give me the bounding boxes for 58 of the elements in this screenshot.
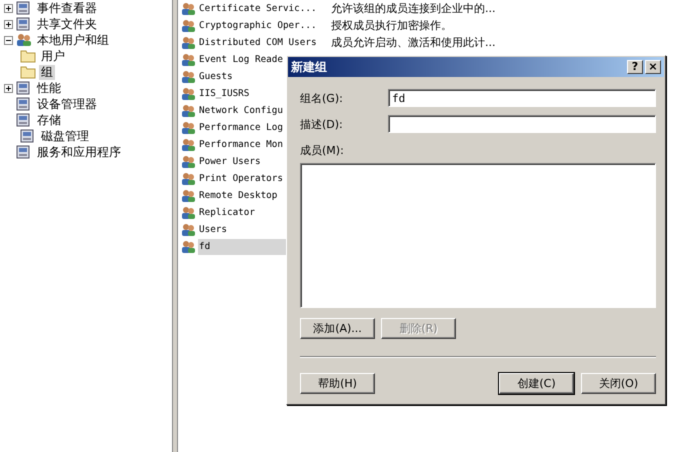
group-icon (181, 120, 196, 134)
expand-button[interactable] (4, 4, 13, 12)
group-description: 授权成员执行加密操作。 (331, 18, 452, 33)
field-label: 组名(G): (300, 90, 344, 106)
tree-item[interactable]: 组 (39, 64, 55, 80)
collapse-button[interactable] (4, 36, 13, 44)
tree-item[interactable]: 事件查看器 (35, 0, 99, 16)
group-icon (181, 188, 196, 202)
field-label: 描述(D): (300, 116, 344, 132)
group-icon (181, 86, 196, 100)
group-description: 成员允许启动、激活和使用此计... (331, 35, 496, 50)
tree-item[interactable]: 磁盘管理 (39, 128, 91, 144)
group-icon (181, 18, 196, 32)
dialog-button[interactable]: 创建(C) (499, 373, 574, 394)
dialog-title: 新建组 (291, 58, 328, 76)
group-icon (181, 104, 196, 118)
tree-item[interactable]: 本地用户和组 (35, 32, 111, 48)
group-icon (181, 206, 196, 220)
add-button[interactable]: 添加(A)... (300, 318, 375, 339)
group-icon (181, 240, 196, 254)
dialog-button[interactable]: 关闭(O) (581, 373, 656, 394)
group-name[interactable]: Distributed COM Users (198, 34, 331, 50)
group-icon (181, 70, 196, 84)
console-icon (20, 129, 36, 143)
close-button[interactable]: × (645, 60, 661, 74)
console-icon (16, 97, 32, 111)
tree-item[interactable]: 存储 (35, 112, 63, 128)
group-description: 允许该组的成员连接到企业中的... (331, 1, 496, 16)
tree-item[interactable]: 服务和应用程序 (35, 144, 123, 160)
group-icon (181, 2, 196, 16)
group-icon (181, 172, 196, 186)
expand-button[interactable] (4, 84, 13, 92)
console-icon (16, 145, 32, 159)
console-icon (16, 81, 32, 95)
group-name[interactable]: fd (198, 238, 287, 254)
group-name[interactable]: Cryptographic Oper... (198, 18, 331, 34)
dialog-button[interactable]: 帮助(H) (300, 373, 375, 394)
input-field[interactable] (388, 115, 656, 133)
group-icon (181, 36, 196, 50)
help-button[interactable]: ? (627, 60, 643, 74)
tree-item[interactable]: 共享文件夹 (35, 16, 99, 32)
group-icon (181, 138, 196, 152)
console-icon (16, 113, 32, 127)
folder-icon (20, 65, 36, 79)
group-icon (181, 154, 196, 168)
console-icon (16, 1, 32, 15)
group-name[interactable]: Certificate Servic... (198, 0, 331, 16)
input-field[interactable]: fd (388, 89, 656, 107)
group-icon (181, 222, 196, 236)
tree-item[interactable]: 设备管理器 (35, 96, 99, 112)
users-icon (16, 33, 32, 47)
folder-icon (20, 49, 36, 63)
tree-item[interactable]: 用户 (39, 48, 67, 64)
field-label: 成员(M): (300, 143, 345, 158)
tree-item[interactable]: 性能 (35, 80, 63, 96)
expand-button[interactable] (4, 20, 13, 28)
console-icon (16, 17, 32, 31)
group-icon (181, 52, 196, 66)
